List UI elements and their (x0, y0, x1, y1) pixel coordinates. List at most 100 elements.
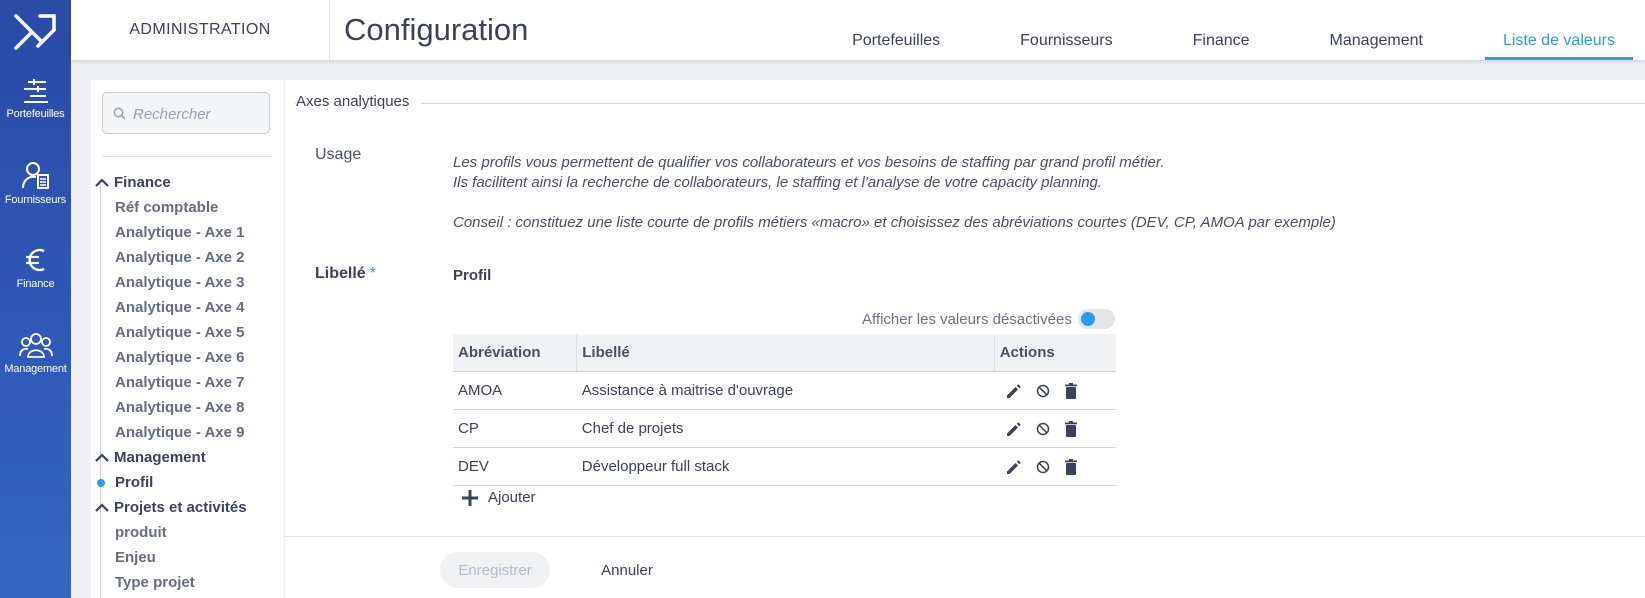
add-button-label: Ajouter (488, 489, 536, 506)
tree-group-label: Finance (114, 174, 171, 191)
disable-icon[interactable] (1035, 459, 1051, 475)
top-header: ADMINISTRATION Configuration Portefeuill… (71, 0, 1645, 60)
column-header-abbreviation: Abréviation (453, 334, 577, 372)
rail-item-fournisseurs[interactable]: Fournisseurs (0, 160, 71, 206)
disable-icon[interactable] (1035, 421, 1051, 437)
search-input[interactable] (131, 103, 265, 125)
cell-libelle: Assistance à maitrise d'ouvrage (576, 371, 995, 410)
selected-dot-icon (97, 479, 105, 487)
tree-item[interactable]: Analytique - Axe 1 (91, 220, 284, 245)
tree-group-finance[interactable]: Finance (91, 170, 284, 195)
supplier-user-icon (21, 162, 49, 189)
rail-item-portefeuilles[interactable]: Portefeuilles (0, 78, 71, 120)
cell-libelle: Chef de projets (576, 409, 995, 448)
cell-actions (994, 409, 1116, 448)
table-row: AMOA Assistance à maitrise d'ouvrage (453, 371, 1116, 410)
tree-group-projets[interactable]: Projets et activités (91, 495, 284, 520)
save-button[interactable]: Enregistrer (440, 552, 550, 588)
tree-item[interactable]: Enjeu (91, 545, 284, 570)
rail-item-finance[interactable]: Finance (0, 246, 71, 290)
table-row: DEV Développeur full stack (453, 447, 1116, 486)
rail-item-label: Portefeuilles (6, 108, 65, 120)
libelle-label-text: Libellé (315, 265, 366, 282)
tree-group-management[interactable]: Management (91, 445, 284, 470)
delete-trash-icon[interactable] (1063, 420, 1079, 438)
libelle-label: Libellé * (315, 265, 376, 283)
toggle-label: Afficher les valeurs désactivées (862, 310, 1072, 328)
plus-icon (462, 489, 478, 506)
tree-item[interactable]: Analytique - Axe 7 (91, 370, 284, 395)
cell-actions (994, 371, 1116, 410)
toggle-knob (1080, 312, 1095, 326)
tree-item[interactable]: produit (91, 520, 284, 545)
page-title: Configuration (344, 12, 529, 47)
chevron-up-icon[interactable] (95, 453, 109, 462)
tree-divider (102, 156, 271, 157)
edit-pencil-icon[interactable] (1005, 458, 1023, 476)
usage-tip: Conseil : constituez une liste courte de… (453, 214, 1336, 231)
tree-item[interactable]: Analytique - Axe 4 (91, 295, 284, 320)
config-tree: Finance Réf comptable Analytique - Axe 1… (91, 170, 284, 595)
rail-item-label: Fournisseurs (4, 194, 67, 206)
delete-trash-icon[interactable] (1063, 458, 1079, 476)
app-rail: Portefeuilles Fournisseurs Finance Manag… (0, 0, 71, 598)
portfolio-sliders-icon (23, 79, 48, 103)
chevron-up-icon[interactable] (95, 503, 109, 512)
required-mark: * (369, 265, 376, 282)
footer-divider (285, 536, 1645, 537)
tab-liste-de-valeurs[interactable]: Liste de valeurs (1484, 0, 1634, 60)
tree-item[interactable]: Analytique - Axe 6 (91, 345, 284, 370)
add-value-button[interactable]: Ajouter (462, 489, 536, 506)
cell-abbreviation: CP (453, 409, 577, 448)
tree-item[interactable]: Analytique - Axe 9 (91, 420, 284, 445)
tab-portefeuilles[interactable]: Portefeuilles (834, 0, 958, 60)
usage-line: Les profils vous permettent de qualifier… (453, 154, 1165, 171)
cell-actions (994, 447, 1116, 486)
libelle-value: Profil (453, 267, 492, 284)
edit-pencil-icon[interactable] (1005, 382, 1023, 400)
disable-icon[interactable] (1035, 383, 1051, 399)
tab-finance[interactable]: Finance (1175, 0, 1268, 60)
rail-item-management[interactable]: Management (0, 331, 71, 375)
tree-group-label: Management (114, 449, 206, 466)
app-logo-icon[interactable] (12, 10, 58, 52)
rail-item-label: Management (4, 363, 67, 375)
tree-item-label: Profil (115, 474, 154, 491)
rail-item-label: Finance (16, 278, 55, 290)
config-tree-panel: Finance Réf comptable Analytique - Axe 1… (91, 80, 284, 598)
header-section-label: ADMINISTRATION (71, 0, 330, 60)
usage-label: Usage (315, 146, 362, 163)
search-icon (113, 107, 126, 120)
header-tabs: Portefeuilles Fournisseurs Finance Manag… (790, 0, 1634, 60)
euro-icon (25, 248, 45, 272)
tree-item[interactable]: Analytique - Axe 2 (91, 245, 284, 270)
tree-item[interactable]: Analytique - Axe 3 (91, 270, 284, 295)
column-header-actions: Actions (993, 334, 1116, 372)
tab-fournisseurs[interactable]: Fournisseurs (1002, 0, 1130, 60)
tab-management[interactable]: Management (1312, 0, 1441, 60)
search-box (102, 92, 270, 134)
cell-abbreviation: AMOA (453, 371, 577, 410)
usage-description: Les profils vous permettent de qualifier… (453, 153, 1336, 233)
values-table: Abréviation Libellé Actions AMOA Assista… (453, 334, 1116, 486)
section-title: Axes analytiques (296, 93, 422, 110)
usage-line: Ils facilitent ainsi la recherche de col… (453, 174, 1103, 191)
table-row: CP Chef de projets (453, 409, 1116, 448)
tree-item[interactable]: Réf comptable (91, 195, 284, 220)
edit-pencil-icon[interactable] (1005, 420, 1023, 438)
cell-abbreviation: DEV (453, 447, 577, 486)
show-disabled-toggle-row: Afficher les valeurs désactivées (862, 308, 1115, 330)
delete-trash-icon[interactable] (1063, 382, 1079, 400)
table-header-row: Abréviation Libellé Actions (453, 334, 1116, 372)
cell-libelle: Développeur full stack (576, 447, 995, 486)
column-header-libelle: Libellé (576, 334, 995, 372)
cancel-button[interactable]: Annuler (582, 552, 672, 588)
section-divider (295, 103, 1645, 104)
show-disabled-toggle[interactable] (1077, 309, 1115, 329)
tree-item[interactable]: Type projet (91, 570, 284, 595)
chevron-up-icon[interactable] (95, 178, 109, 187)
tree-item[interactable]: Analytique - Axe 5 (91, 320, 284, 345)
main-panel: Axes analytiques Usage Les profils vous … (285, 80, 1645, 598)
tree-item[interactable]: Analytique - Axe 8 (91, 395, 284, 420)
tree-item-selected[interactable]: Profil (91, 470, 284, 495)
